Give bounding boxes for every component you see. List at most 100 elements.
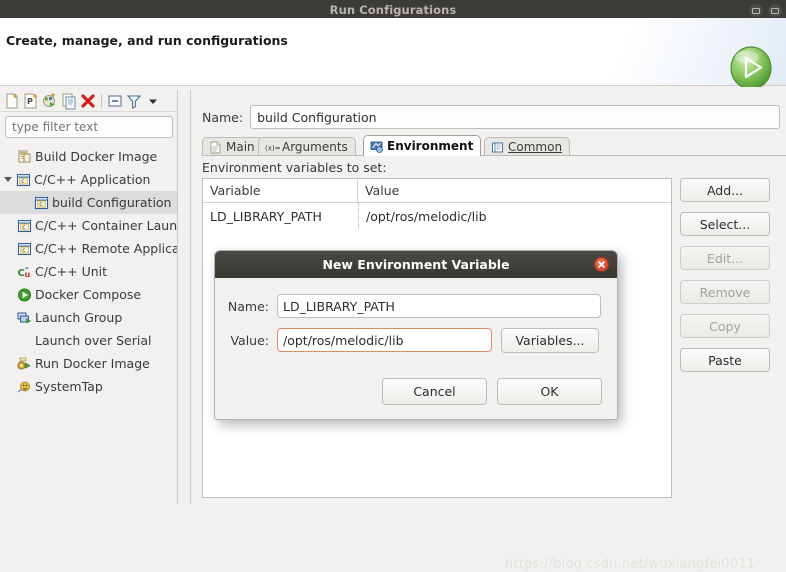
c-cpp-icon: c: [15, 172, 32, 188]
config-tabs: Main (x)= Arguments Environment Common: [202, 135, 786, 156]
tree-item-docker-compose[interactable]: Docker Compose: [0, 283, 177, 306]
panel-splitter[interactable]: [179, 90, 189, 504]
systemtap-icon: [16, 379, 33, 395]
env-variables-label: Environment variables to set:: [202, 160, 387, 175]
svg-text:c: c: [22, 247, 25, 254]
tree-item-launch-group[interactable]: Launch Group: [0, 306, 177, 329]
tree-item-run-docker-image[interactable]: Run Docker Image: [0, 352, 177, 375]
docker-run-icon: [16, 356, 33, 372]
dialog-header: Create, manage, and run configurations: [0, 18, 786, 90]
tab-label: Environment: [387, 139, 474, 153]
tab-main[interactable]: Main: [202, 137, 263, 156]
tree-item-label: C/C++ Application: [34, 172, 151, 187]
env-action-buttons: Add... Select... Edit... Remove Copy Pas…: [680, 178, 776, 382]
tree-item-c-cpp-application[interactable]: c C/C++ Application: [0, 168, 177, 191]
new-environment-variable-dialog: New Environment Variable Name: Value: Va…: [214, 250, 618, 420]
tab-underline: [202, 155, 786, 156]
remove-button: Remove: [680, 280, 770, 304]
tab-label: Arguments: [282, 140, 348, 154]
dialog-value-row: Value: Variables...: [215, 327, 617, 353]
add-button[interactable]: Add...: [680, 178, 770, 202]
tree-item-label: C/C++ Remote Application: [35, 241, 177, 256]
dialog-name-row: Name:: [215, 293, 617, 319]
tree-item-build-configuration[interactable]: c build Configuration: [0, 191, 177, 214]
minimize-icon[interactable]: [749, 4, 763, 17]
window-titlebar: Run Configurations: [0, 0, 786, 18]
config-name-label: Name:: [202, 109, 244, 125]
delete-icon[interactable]: [79, 92, 97, 110]
tree-item-label: Build Docker Image: [35, 149, 158, 164]
tab-arguments[interactable]: (x)= Arguments: [258, 137, 356, 156]
tree-item-c-cpp-unit[interactable]: C u C/C++ Unit: [0, 260, 177, 283]
document-icon: [209, 141, 222, 154]
run-play-icon: [727, 43, 775, 91]
svg-text:(x)=: (x)=: [265, 144, 280, 152]
c-cpp-icon: c: [33, 195, 50, 211]
search-input[interactable]: [5, 116, 173, 138]
new-prototype-icon[interactable]: P: [22, 92, 40, 110]
c-cpp-icon: c: [16, 241, 33, 257]
dialog-value-input[interactable]: [277, 328, 492, 352]
config-name-input[interactable]: [250, 105, 780, 129]
filter-icon[interactable]: [125, 92, 143, 110]
cancel-button[interactable]: Cancel: [382, 378, 487, 405]
tree-item-label: build Configuration: [52, 195, 172, 210]
filter-field-wrapper: [5, 116, 173, 138]
tab-environment[interactable]: Environment: [363, 135, 482, 156]
environment-icon: [370, 140, 383, 153]
tab-label: Common: [508, 140, 563, 154]
svg-text:c: c: [21, 178, 24, 185]
window-buttons: [749, 4, 782, 17]
dialog-name-input[interactable]: [277, 294, 601, 318]
svg-text:c: c: [22, 224, 25, 231]
toolbar-separator: [101, 93, 102, 108]
tree-item-launch-over-serial[interactable]: Launch over Serial: [0, 329, 177, 352]
select-button[interactable]: Select...: [680, 212, 770, 236]
collapse-all-icon[interactable]: [106, 92, 124, 110]
column-header-variable[interactable]: Variable: [203, 179, 358, 202]
cell-variable: LD_LIBRARY_PATH: [210, 208, 322, 224]
new-launch-group-icon[interactable]: [41, 92, 59, 110]
tree-item-label: C/C++ Unit: [35, 264, 108, 279]
svg-text:P: P: [27, 97, 33, 106]
configurations-tree[interactable]: Build Docker Image c C/C++ Application c…: [0, 145, 177, 504]
c-cpp-unit-icon: C u: [16, 264, 33, 280]
column-header-value[interactable]: Value: [358, 179, 671, 202]
c-cpp-icon: c: [16, 218, 33, 234]
tree-item-label: Run Docker Image: [35, 356, 150, 371]
tree-toolbar: P: [0, 90, 178, 112]
duplicate-icon[interactable]: [60, 92, 78, 110]
chevron-down-icon[interactable]: [1, 168, 15, 191]
svg-text:u: u: [25, 270, 31, 279]
dialog-titlebar: New Environment Variable: [215, 251, 617, 278]
dialog-close-icon[interactable]: [594, 257, 609, 272]
launch-group-icon: [16, 310, 33, 326]
watermark-text: https://blog.csdn.net/wuxiangfei0011: [505, 557, 756, 572]
configurations-panel: P type filter text Build Docker Image c …: [0, 90, 178, 504]
svg-text:c: c: [39, 201, 42, 208]
docker-build-icon: [16, 149, 33, 165]
view-menu-icon[interactable]: [144, 92, 162, 110]
tab-common[interactable]: Common: [484, 137, 571, 156]
tree-item-systemtap[interactable]: SystemTap: [0, 375, 177, 398]
window-close-icon[interactable]: [768, 4, 782, 17]
tree-item-label: C/C++ Container Launcher: [35, 218, 177, 233]
tree-item-build-docker-image[interactable]: Build Docker Image: [0, 145, 177, 168]
variables-button[interactable]: Variables...: [501, 327, 599, 353]
tree-item-c-cpp-remote-application[interactable]: c C/C++ Remote Application: [0, 237, 177, 260]
ok-button[interactable]: OK: [497, 378, 602, 405]
config-name-row: Name:: [202, 105, 786, 129]
tree-item-label: SystemTap: [35, 379, 103, 394]
dialog-name-label: Name:: [227, 298, 269, 314]
common-icon: [491, 141, 504, 154]
dialog-value-label: Value:: [230, 332, 269, 348]
arguments-icon: (x)=: [265, 141, 281, 154]
tree-item-label: Launch over Serial: [35, 333, 152, 348]
dialog-action-buttons: Cancel OK: [382, 378, 602, 405]
paste-button[interactable]: Paste: [680, 348, 770, 372]
table-row[interactable]: LD_LIBRARY_PATH /opt/ros/melodic/lib: [203, 203, 671, 229]
tree-item-c-cpp-container-launcher[interactable]: c C/C++ Container Launcher: [0, 214, 177, 237]
page-title: Create, manage, and run configurations: [6, 33, 288, 48]
tree-item-label: Launch Group: [35, 310, 123, 325]
new-launch-configuration-icon[interactable]: [3, 92, 21, 110]
